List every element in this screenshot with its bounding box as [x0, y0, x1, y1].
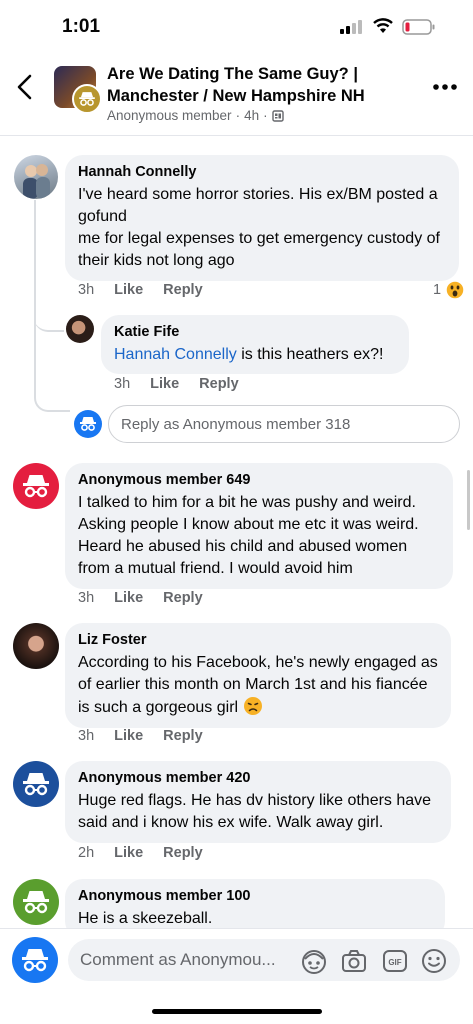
reply-bubble[interactable]: Katie Fife Hannah Connelly is this heath…	[101, 315, 409, 374]
comment-actions: 3h Like Reply	[78, 728, 203, 744]
reaction-count: 1	[433, 282, 442, 298]
post-header: Are We Dating The Same Guy? | Manchester…	[0, 52, 473, 136]
more-options-icon[interactable]	[432, 82, 458, 92]
status-time: 1:01	[62, 16, 101, 37]
reply-button[interactable]: Reply	[163, 590, 203, 606]
anonymous-icon	[80, 417, 96, 431]
anonymous-avatar[interactable]	[13, 879, 59, 925]
commenter-name[interactable]: Anonymous member 420	[78, 769, 438, 788]
avatar[interactable]	[14, 155, 58, 199]
post-meta: Anonymous member · 4h ·	[107, 108, 284, 123]
comment-text: According to his Facebook, he's newly en…	[78, 652, 438, 719]
avatar[interactable]	[66, 315, 94, 343]
gif-icon[interactable]: GIF	[381, 947, 409, 975]
comment-bubble[interactable]: Liz Foster According to his Facebook, he…	[65, 623, 451, 728]
anonymous-icon	[23, 773, 49, 796]
commenter-name[interactable]: Anonymous member 649	[78, 471, 440, 490]
wow-reaction-icon	[445, 280, 465, 300]
reply-button[interactable]: Reply	[199, 376, 239, 392]
like-button[interactable]: Like	[114, 590, 143, 606]
status-bar: 1:01	[0, 0, 473, 52]
comment-actions: 3h Like Reply	[78, 282, 203, 298]
anonymous-icon	[22, 949, 48, 972]
reply-button[interactable]: Reply	[163, 845, 203, 861]
anonymous-avatar[interactable]	[13, 463, 59, 509]
reply-text: is this heathers ex?!	[236, 346, 384, 363]
sad-face-emoji-icon	[243, 697, 262, 715]
back-chevron-icon[interactable]	[14, 74, 36, 100]
cell-signal-icon	[340, 20, 362, 34]
commenter-name[interactable]: Liz Foster	[78, 631, 438, 650]
comment-time: 3h	[78, 728, 95, 744]
like-button[interactable]: Like	[114, 845, 143, 861]
anonymous-avatar[interactable]	[12, 937, 58, 983]
reply-input[interactable]: Reply as Anonymous member 318	[108, 405, 460, 443]
wifi-icon	[373, 18, 393, 33]
comment-actions: 2h Like Reply	[78, 845, 203, 861]
comment-time: 3h	[78, 282, 95, 298]
comment-text: I've heard some horror stories. His ex/B…	[78, 186, 440, 269]
comment-actions: 3h Like Reply	[114, 376, 239, 392]
anonymous-icon	[23, 475, 49, 498]
emoji-icon[interactable]	[420, 947, 448, 975]
comment-text: I talked to him for a bit he was pushy a…	[78, 494, 419, 577]
comment-time: 2h	[78, 845, 95, 861]
anonymous-avatar[interactable]	[13, 761, 59, 807]
reply-button[interactable]: Reply	[163, 728, 203, 744]
reply-thread-line	[34, 300, 64, 332]
anonymous-avatar	[74, 410, 102, 438]
comment-time: 3h	[78, 590, 95, 606]
battery-low-icon	[402, 19, 435, 35]
post-author: Anonymous member	[107, 108, 232, 123]
like-button[interactable]: Like	[150, 376, 179, 392]
meta-separator: ·	[235, 108, 241, 123]
comment-text: Huge red flags. He has dv history like o…	[78, 792, 432, 831]
anonymous-badge-icon	[72, 84, 102, 114]
group-privacy-icon	[271, 109, 284, 122]
group-title[interactable]: Are We Dating The Same Guy? | Manchester…	[107, 63, 407, 107]
comment-placeholder: Comment as Anonymou...	[80, 950, 276, 969]
anonymous-icon	[23, 891, 49, 914]
commenter-name[interactable]: Anonymous member 100	[78, 887, 432, 906]
camera-icon[interactable]	[340, 947, 368, 975]
meta-separator: ·	[263, 108, 268, 123]
comment-bubble[interactable]: Anonymous member 649 I talked to him for…	[65, 463, 453, 589]
commenter-name[interactable]: Katie Fife	[114, 323, 396, 342]
reply-button[interactable]: Reply	[163, 282, 203, 298]
avatar-sticker-icon[interactable]	[300, 947, 328, 975]
comment-text: Hannah Connelly is this heathers ex?!	[114, 344, 396, 366]
like-button[interactable]: Like	[114, 282, 143, 298]
comment-bubble[interactable]: Hannah Connelly I've heard some horror s…	[65, 155, 459, 281]
reaction-summary[interactable]: 1	[433, 280, 465, 300]
avatar[interactable]	[13, 623, 59, 669]
scroll-indicator[interactable]	[467, 470, 470, 530]
group-avatar[interactable]	[54, 66, 102, 114]
commenter-name[interactable]: Hannah Connelly	[78, 163, 446, 182]
post-age: 4h	[244, 108, 260, 123]
comment-bubble[interactable]: Anonymous member 420 Huge red flags. He …	[65, 761, 451, 843]
comment-text: He is a skeezeball.	[78, 910, 213, 927]
comment-time: 3h	[114, 376, 131, 392]
home-indicator[interactable]	[152, 1009, 322, 1014]
comment-input[interactable]: Comment as Anonymou... GIF	[68, 939, 460, 981]
mention-link[interactable]: Hannah Connelly	[114, 346, 237, 363]
like-button[interactable]: Like	[114, 728, 143, 744]
svg-text:GIF: GIF	[388, 958, 401, 967]
comment-actions: 3h Like Reply	[78, 590, 203, 606]
